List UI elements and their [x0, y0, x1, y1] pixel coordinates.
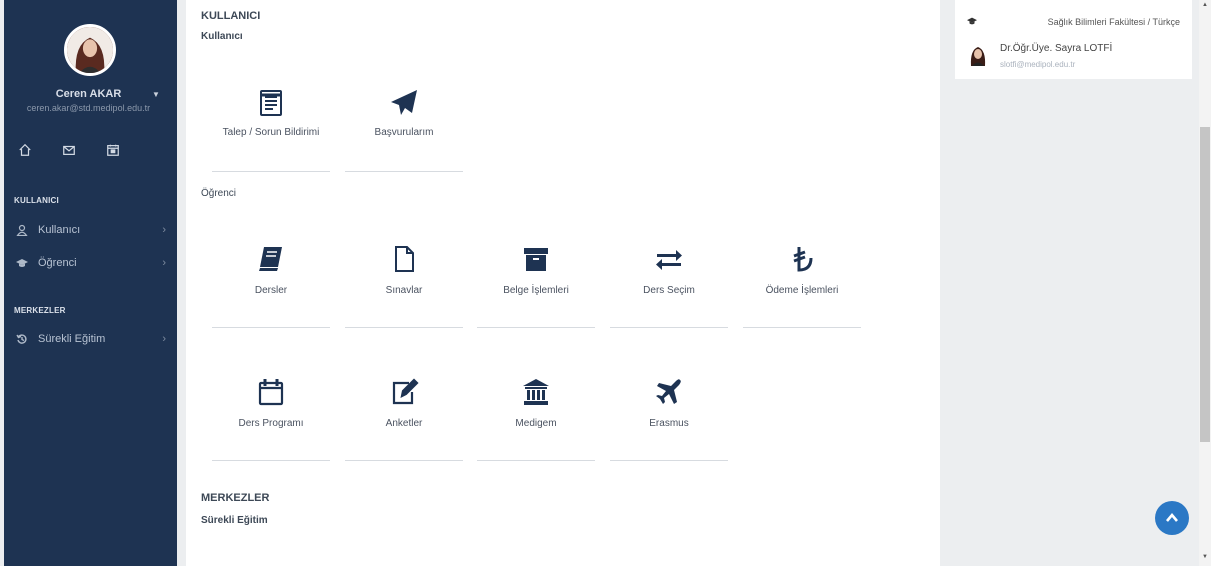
institution-icon [477, 377, 595, 407]
tile-dersler[interactable]: Dersler [212, 234, 330, 328]
scroll-thumb[interactable] [1200, 127, 1210, 442]
form-icon [212, 88, 330, 118]
tile-anketler[interactable]: Anketler [345, 367, 463, 461]
subsection-title-user: Kullanıcı [201, 31, 243, 42]
faculty-text: Sağlık Bilimleri Fakültesi / Türkçe [1047, 17, 1180, 27]
archive-icon [477, 244, 595, 274]
tile-label: Belge İşlemleri [503, 285, 569, 296]
plane-icon [610, 377, 728, 407]
lira-icon [743, 244, 861, 274]
tile-odeme-islemleri[interactable]: Ödeme İşlemleri [743, 234, 861, 328]
sidebar-item-surekli-egitim[interactable]: Sürekli Eğitim › [14, 330, 166, 348]
tile-label: Sınavlar [385, 285, 423, 296]
tile-sinavlar[interactable]: Sınavlar [345, 234, 463, 328]
tile-label: Ders Programı [238, 418, 304, 429]
edit-icon [345, 377, 463, 407]
sidebar-edge [0, 0, 4, 566]
history-icon [14, 333, 30, 345]
scrollbar[interactable]: ▲ ▼ [1199, 0, 1211, 566]
chevron-up-icon [1166, 512, 1178, 522]
tile-erasmus[interactable]: Erasmus [610, 367, 728, 461]
paper-plane-icon [345, 88, 463, 118]
tile-label: Talep / Sorun Bildirimi [222, 127, 320, 138]
tile-label: Ödeme İşlemleri [765, 285, 839, 296]
user-icon [14, 224, 30, 236]
home-icon[interactable] [18, 143, 34, 159]
sidebar-item-ogrenci[interactable]: Öğrenci › [14, 254, 166, 272]
subsection-title-continuing: Sürekli Eğitim [201, 515, 268, 526]
chevron-right-icon: › [162, 224, 166, 236]
advisor-avatar [967, 44, 989, 66]
chevron-right-icon: › [162, 257, 166, 269]
tile-label: Ders Seçim [643, 285, 695, 296]
sidebar-item-kullanici[interactable]: Kullanıcı › [14, 221, 166, 239]
tile-medigem[interactable]: Medigem [477, 367, 595, 461]
caret-down-icon[interactable]: ▼ [152, 90, 160, 99]
graduation-icon [967, 16, 977, 29]
section-title-centers: MERKEZLER [201, 492, 270, 504]
tile-belge-islemleri[interactable]: Belge İşlemleri [477, 234, 595, 328]
exchange-icon [610, 244, 728, 274]
user-name[interactable]: Ceren AKAR [0, 88, 177, 100]
tile-ders-programi[interactable]: Ders Programı [212, 367, 330, 461]
mail-icon[interactable] [62, 143, 78, 159]
tile-label: Erasmus [649, 418, 689, 429]
sidebar: Ceren AKAR ▼ ceren.akar@std.medipol.edu.… [0, 0, 177, 566]
graduation-cap-icon [14, 257, 30, 269]
file-icon [345, 244, 463, 274]
tile-label: Başvurularım [374, 127, 434, 138]
advisor-name: Dr.Öğr.Üye. Sayra LOTFİ [1000, 43, 1113, 54]
tile-ders-secim[interactable]: Ders Seçim [610, 234, 728, 328]
sidebar-item-label: Sürekli Eğitim [38, 333, 106, 345]
calendar-icon[interactable] [106, 143, 122, 159]
scroll-down-arrow-icon[interactable]: ▼ [1199, 554, 1211, 564]
tile-talep-sorun[interactable]: Talep / Sorun Bildirimi [212, 78, 330, 172]
tile-label: Anketler [385, 418, 423, 429]
section-title-user: KULLANICI [201, 10, 261, 22]
sidebar-section-user: KULLANICI [14, 196, 59, 205]
main-panel: KULLANICI Kullanıcı Talep / Sorun Bildir… [186, 0, 940, 566]
subsection-title-student: Öğrenci [201, 188, 237, 199]
avatar-image [67, 27, 113, 73]
sidebar-item-label: Kullanıcı [38, 224, 81, 236]
avatar[interactable] [64, 24, 116, 76]
sidebar-item-label: Öğrenci [38, 257, 77, 269]
tile-label: Dersler [254, 285, 288, 296]
scroll-to-top-button[interactable] [1155, 501, 1189, 535]
student-info-card: Sağlık Bilimleri Fakültesi / Türkçe Dr.Ö… [955, 0, 1192, 79]
calendar-icon [212, 377, 330, 407]
sidebar-section-centers: MERKEZLER [14, 306, 66, 315]
chevron-right-icon: › [162, 333, 166, 345]
scroll-up-arrow-icon[interactable]: ▲ [1199, 2, 1211, 12]
tile-basvurularim[interactable]: Başvurularım [345, 78, 463, 172]
user-email: ceren.akar@std.medipol.edu.tr [26, 103, 151, 113]
tile-label: Medigem [515, 418, 557, 429]
quick-icons [18, 143, 122, 159]
book-icon [212, 244, 330, 274]
advisor-email: slotfi@medipol.edu.tr [1000, 60, 1076, 69]
